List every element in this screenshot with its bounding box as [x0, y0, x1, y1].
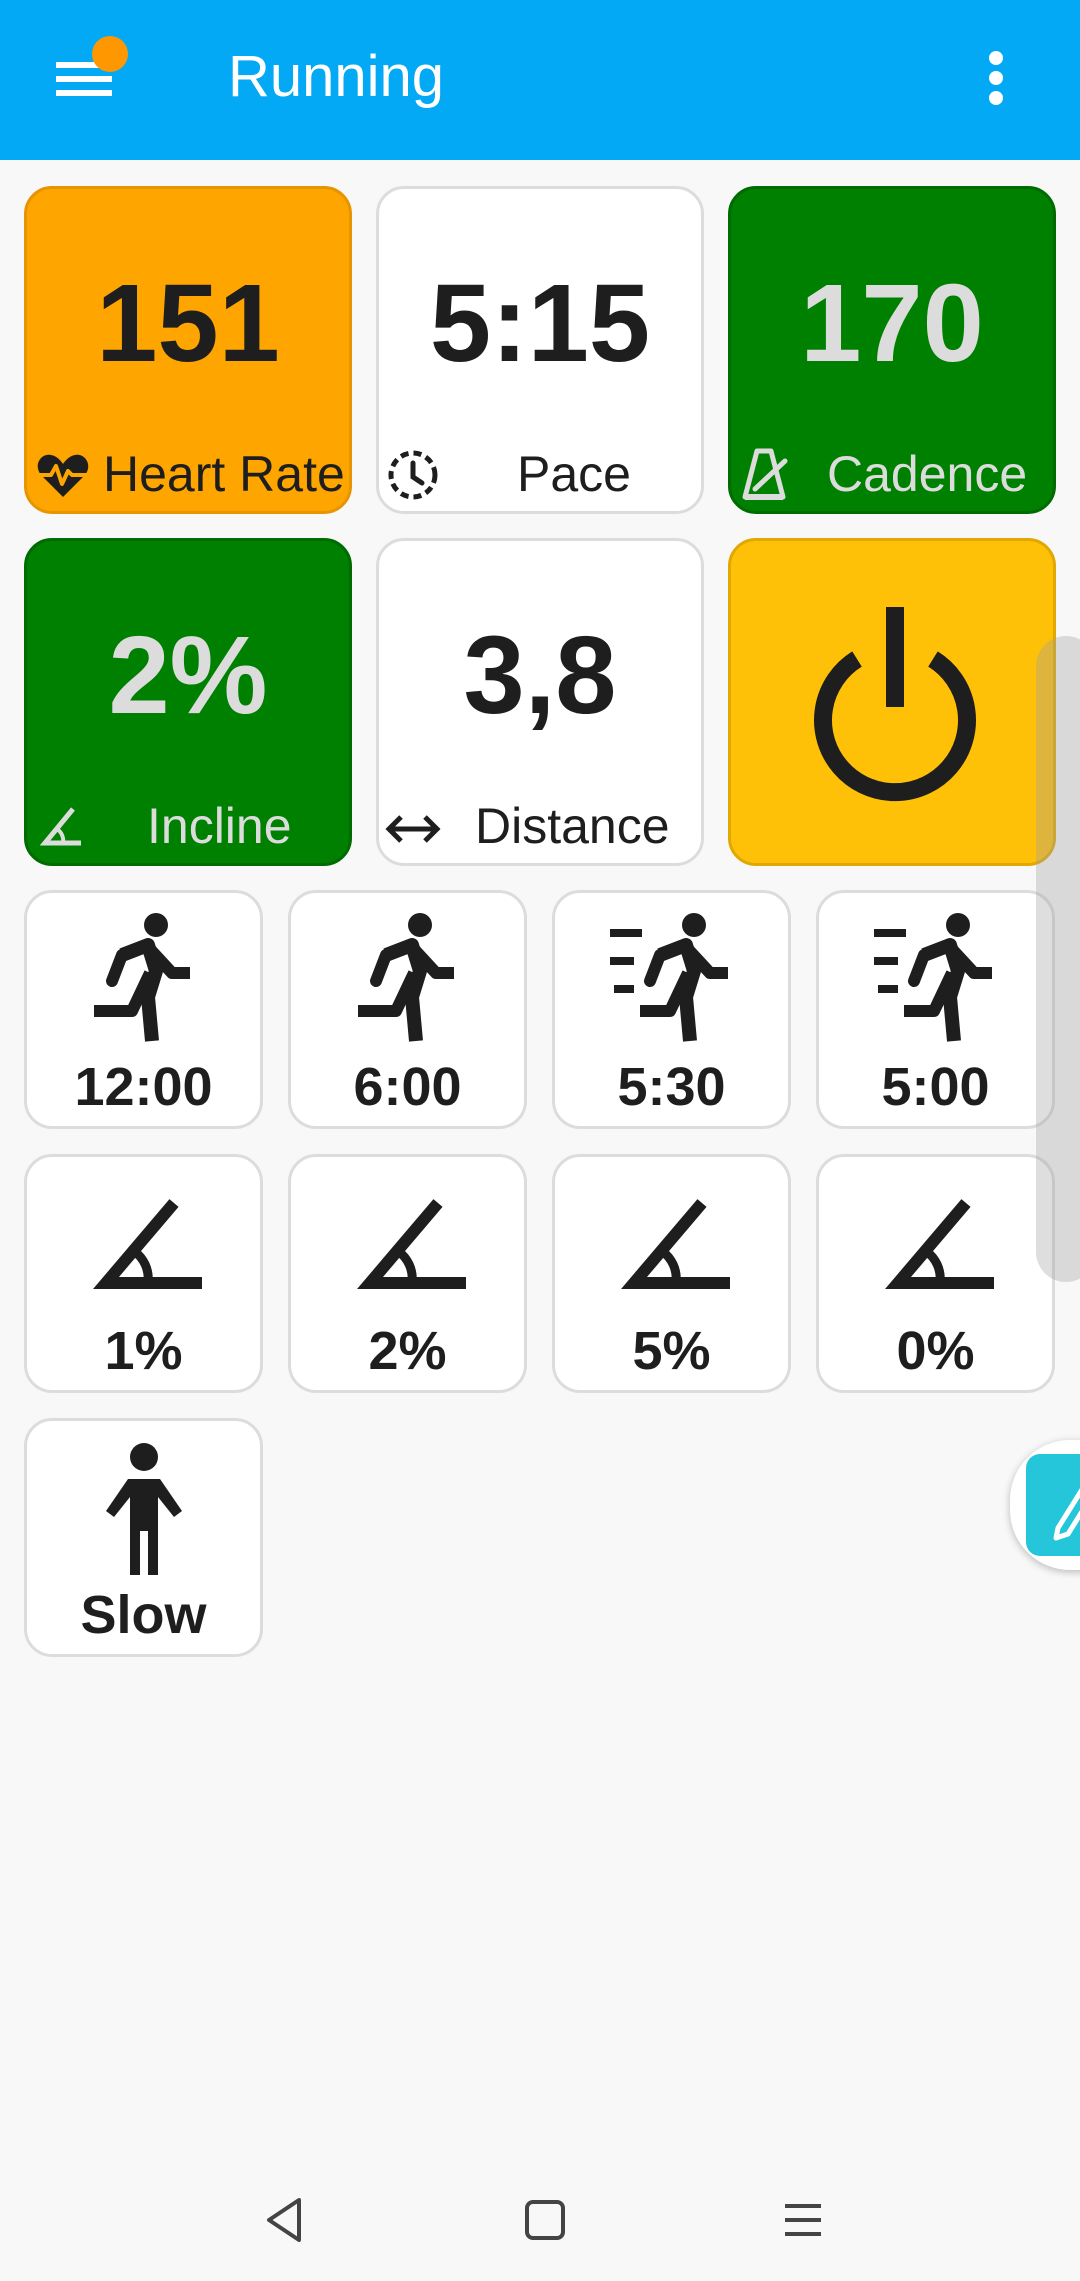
pace-label: Pace: [517, 446, 631, 502]
angle-icon: [885, 1199, 994, 1289]
pencil-icon: [1053, 1488, 1080, 1541]
pace-button-6-00[interactable]: 6:00: [288, 890, 527, 1129]
home-square-icon[interactable]: [515, 2190, 575, 2250]
standing-person-icon: [106, 1443, 182, 1575]
cadence-value: 170: [800, 262, 984, 385]
back-triangle-icon[interactable]: [255, 2190, 315, 2250]
incline-button-label: 0%: [896, 1321, 975, 1381]
system-nav-bar: [0, 2160, 1080, 2281]
edit-fab-body: [1026, 1454, 1080, 1556]
incline-button-label: 2%: [368, 1321, 447, 1381]
slow-button[interactable]: Slow: [24, 1418, 263, 1657]
power-button[interactable]: [728, 538, 1056, 866]
angle-icon: [93, 1199, 202, 1289]
incline-button-0[interactable]: 0%: [816, 1154, 1055, 1393]
menu-button[interactable]: [40, 36, 140, 126]
heart-rate-tile[interactable]: 151 Heart Rate: [24, 186, 352, 514]
metronome-icon: [742, 448, 788, 500]
scrollbar-handle[interactable]: [1036, 636, 1080, 1282]
incline-button-label: 1%: [104, 1321, 183, 1381]
incline-button-1[interactable]: 1%: [24, 1154, 263, 1393]
power-icon: [814, 607, 976, 802]
distance-label: Distance: [475, 798, 670, 854]
angle-icon: [39, 807, 81, 846]
incline-button-label: 5%: [632, 1321, 711, 1381]
incline-button-5[interactable]: 5%: [552, 1154, 791, 1393]
pace-button-label: 6:00: [353, 1057, 462, 1117]
pace-button-label: 5:00: [881, 1057, 990, 1117]
double-arrow-icon: [385, 815, 441, 843]
slow-button-label: Slow: [80, 1585, 207, 1645]
recents-menu-icon[interactable]: [773, 2190, 833, 2250]
page-title: Running: [228, 44, 445, 109]
incline-button-2[interactable]: 2%: [288, 1154, 527, 1393]
incline-value: 2%: [108, 614, 268, 737]
incline-label: Incline: [147, 798, 292, 854]
run-fast-icon: [874, 913, 992, 1042]
pace-value: 5:15: [429, 262, 651, 385]
more-vertical-icon: [989, 51, 1003, 105]
pace-tile[interactable]: 5:15 Pace: [376, 186, 704, 514]
cadence-label: Cadence: [827, 446, 1028, 502]
more-options-button[interactable]: [970, 40, 1022, 112]
distance-tile[interactable]: 3,8 Distance: [376, 538, 704, 866]
pace-button-label: 12:00: [74, 1057, 213, 1117]
app-bar: Running: [0, 0, 1080, 160]
heart-rate-value: 151: [96, 262, 280, 385]
angle-icon: [357, 1199, 466, 1289]
pace-button-5-00[interactable]: 5:00: [816, 890, 1055, 1129]
timer-icon: [388, 450, 438, 500]
notification-dot: [92, 36, 128, 72]
pace-button-12-00[interactable]: 12:00: [24, 890, 263, 1129]
heart-pulse-icon: [37, 454, 89, 497]
distance-value: 3,8: [463, 614, 617, 737]
pace-button-5-30[interactable]: 5:30: [552, 890, 791, 1129]
run-icon: [94, 913, 190, 1042]
edit-fab[interactable]: [1010, 1440, 1080, 1570]
angle-icon: [621, 1199, 730, 1289]
incline-tile[interactable]: 2% Incline: [24, 538, 352, 866]
run-fast-icon: [610, 913, 728, 1042]
cadence-tile[interactable]: 170 Cadence: [728, 186, 1056, 514]
pace-button-label: 5:30: [617, 1057, 726, 1117]
run-icon: [358, 913, 454, 1042]
heart-rate-label: Heart Rate: [103, 446, 345, 502]
